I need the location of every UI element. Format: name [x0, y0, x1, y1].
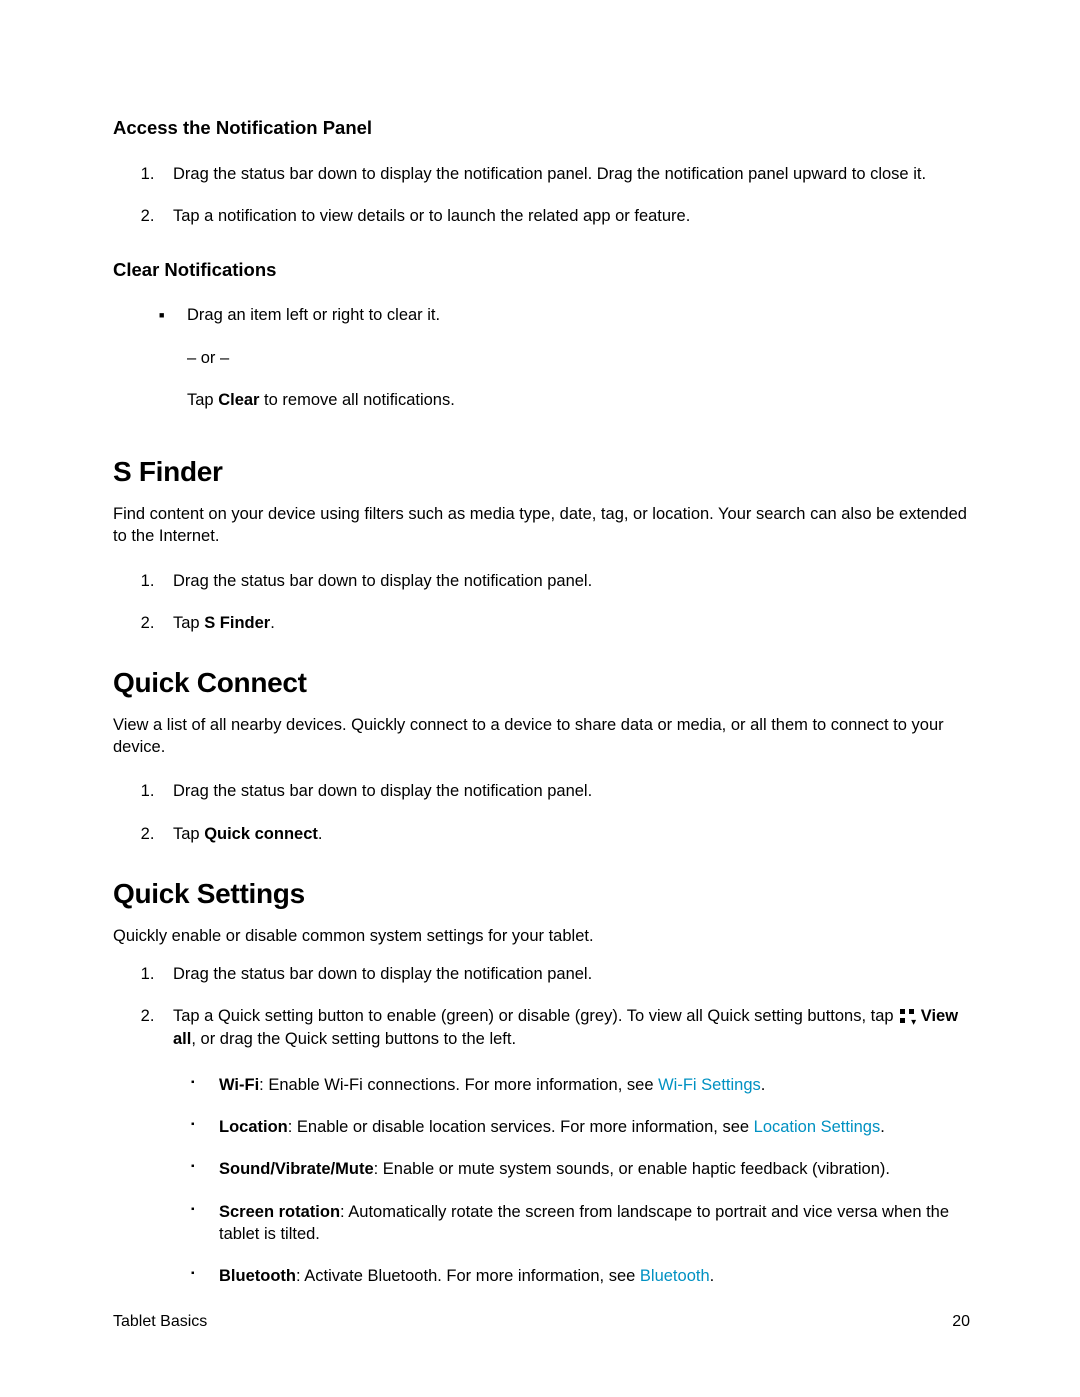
view-all-grid-icon [900, 1009, 914, 1023]
list-item: Screen rotation: Automatically rotate th… [191, 1201, 970, 1246]
list-item: Sound/Vibrate/Mute: Enable or mute syste… [191, 1158, 970, 1180]
heading-quick-connect: Quick Connect [113, 664, 970, 702]
list-item: Drag an item left or right to clear it. … [159, 304, 970, 411]
heading-access-notification-panel: Access the Notification Panel [113, 116, 970, 141]
list-item: Tap a notification to view details or to… [159, 205, 970, 227]
heading-clear-notifications: Clear Notifications [113, 258, 970, 283]
link-bluetooth[interactable]: Bluetooth [640, 1267, 710, 1285]
body-text: Tap Clear to remove all notifications. [187, 389, 970, 411]
list-item: Tap a Quick setting button to enable (gr… [159, 1005, 970, 1287]
body-text: View a list of all nearby devices. Quick… [113, 714, 970, 759]
page-number: 20 [952, 1311, 970, 1333]
body-text: Find content on your device using filter… [113, 503, 970, 548]
list-item: Drag the status bar down to display the … [159, 963, 970, 985]
list-item: Drag the status bar down to display the … [159, 163, 970, 185]
list-item: Wi-Fi: Enable Wi-Fi connections. For mor… [191, 1074, 970, 1096]
body-text: – or – [187, 347, 970, 369]
list-item: Drag the status bar down to display the … [159, 780, 970, 802]
link-wifi-settings[interactable]: Wi-Fi Settings [658, 1076, 761, 1094]
list-item: Location: Enable or disable location ser… [191, 1116, 970, 1138]
list-item: Tap S Finder. [159, 612, 970, 634]
footer-section-title: Tablet Basics [113, 1311, 207, 1333]
heading-s-finder: S Finder [113, 453, 970, 491]
list-item: Drag the status bar down to display the … [159, 570, 970, 592]
list-item: Bluetooth: Activate Bluetooth. For more … [191, 1265, 970, 1287]
body-text: Drag an item left or right to clear it. [187, 304, 970, 326]
heading-quick-settings: Quick Settings [113, 875, 970, 913]
body-text: Quickly enable or disable common system … [113, 925, 970, 947]
list-item: Tap Quick connect. [159, 823, 970, 845]
link-location-settings[interactable]: Location Settings [754, 1118, 881, 1136]
